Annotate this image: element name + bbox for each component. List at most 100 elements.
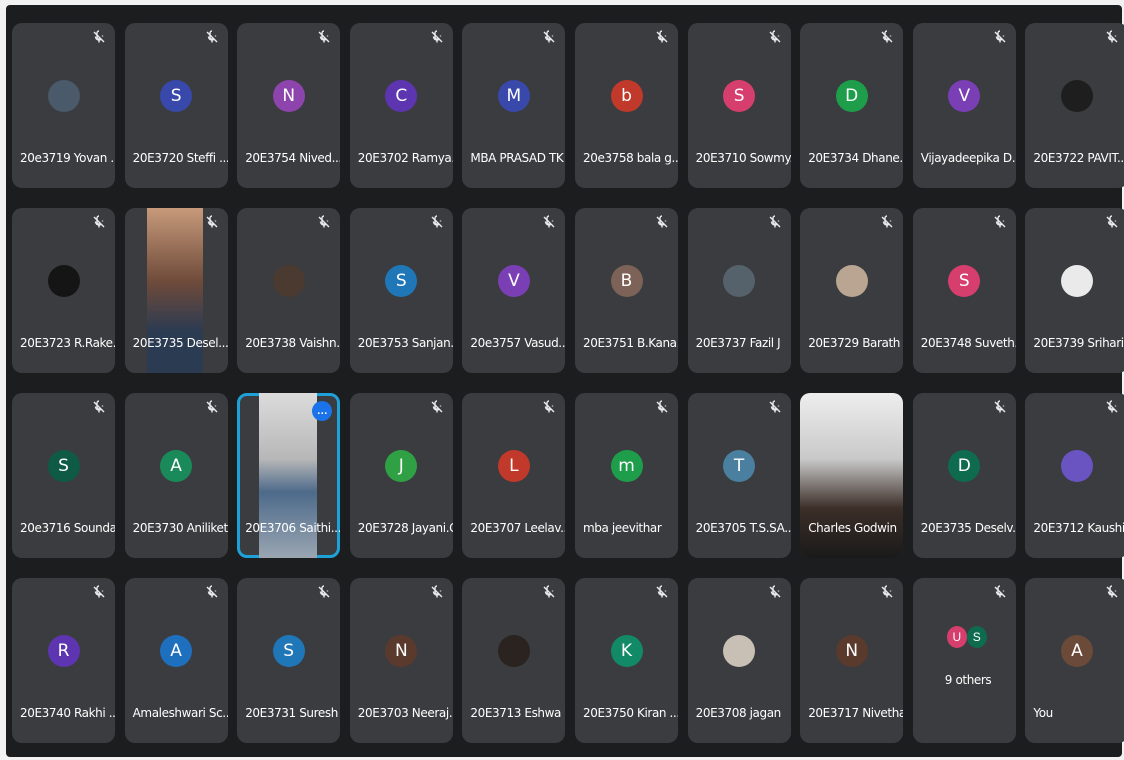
participant-tile[interactable]: b 20e3758 bala g... <box>575 23 678 188</box>
avatar-initial: A <box>1060 635 1093 667</box>
avatar-initial: V <box>497 265 530 297</box>
avatar-initial: V <box>948 80 981 112</box>
profile-photo <box>497 635 530 667</box>
participant-name: 20E3753 Sanjan... <box>357 336 453 350</box>
mic-off-icon <box>654 214 670 230</box>
participant-tile[interactable]: S 20e3716 Sounda... <box>12 393 115 558</box>
avatar-initial: D <box>835 80 868 112</box>
participant-name: 20E3751 B.Kana... <box>583 336 678 350</box>
avatar-initial: b <box>610 80 643 112</box>
participant-tile[interactable]: S 20E3720 Steffi ... <box>124 23 228 188</box>
participant-tile[interactable]: R 20E3740 Rakhi ... <box>12 578 115 743</box>
participant-tile[interactable]: N 20E3754 Nived... <box>237 23 341 188</box>
avatar-initial: m <box>610 450 643 482</box>
participant-tile[interactable]: m mba jeevithar <box>575 393 678 558</box>
participant-name: MBA PRASAD TK <box>470 151 564 165</box>
mic-off-icon <box>654 584 670 600</box>
mic-off-icon <box>316 214 332 230</box>
participant-tile[interactable]: S 20E3753 Sanjan... <box>349 208 453 373</box>
participant-tile[interactable]: D 20E3735 Deselv... <box>912 393 1016 558</box>
participant-name: 20E3710 Sowmy... <box>695 151 791 165</box>
participant-tile[interactable]: 20E3739 Srihari <box>1025 208 1124 373</box>
participant-tile[interactable]: N 20E3717 Nivetha <box>800 578 904 743</box>
participant-tile[interactable]: S 20E3710 Sowmy... <box>687 23 791 188</box>
participant-name: 20E3754 Nived... <box>245 151 341 165</box>
participant-name: 20e3757 Vasud... <box>470 336 566 350</box>
participant-name: You <box>1033 706 1053 720</box>
more-options-button[interactable]: … <box>312 401 333 421</box>
avatar-initial: J <box>385 450 418 482</box>
participant-tile[interactable]: 20E3735 Desel... <box>124 208 228 373</box>
mic-off-icon <box>541 399 557 415</box>
mic-off-icon <box>879 584 895 600</box>
participant-tile[interactable]: A You <box>1025 578 1124 743</box>
participant-name: 20E3739 Srihari <box>1033 336 1124 350</box>
mic-off-icon <box>767 399 783 415</box>
participant-tile[interactable]: 20E3712 Kaushik <box>1025 393 1124 558</box>
participant-name: 20E3707 Leelav... <box>470 521 566 535</box>
participant-tile[interactable]: 20E3737 Fazil J <box>687 208 791 373</box>
participant-name: 20e3758 bala g... <box>583 151 678 165</box>
participant-tile[interactable]: K 20E3750 Kiran ... <box>575 578 678 743</box>
mic-off-icon <box>204 584 220 600</box>
mic-off-icon <box>541 29 557 45</box>
participant-tile[interactable]: B 20E3751 B.Kana... <box>575 208 678 373</box>
participant-name: 20E3735 Desel... <box>132 336 228 350</box>
mic-off-icon <box>541 214 557 230</box>
participant-tile[interactable]: L 20E3707 Leelav... <box>462 393 566 558</box>
mic-off-icon <box>91 399 107 415</box>
mic-off-icon <box>1104 584 1120 600</box>
participant-tile[interactable]: US 9 others <box>912 578 1016 743</box>
mic-off-icon <box>429 584 445 600</box>
participant-name: 20E3722 PAVIT... <box>1033 151 1124 165</box>
avatar-initial <box>1060 80 1093 112</box>
mic-off-icon <box>91 584 107 600</box>
mic-off-icon <box>204 214 220 230</box>
participant-tile[interactable]: V 20e3757 Vasud... <box>462 208 566 373</box>
participant-tile[interactable]: 20E3708 jagan <box>687 578 791 743</box>
participant-name: 20E3706 Saithi... <box>245 521 341 535</box>
participant-tile[interactable]: Charles Godwin <box>800 393 904 558</box>
participant-tile[interactable]: 20e3719 Yovan ... <box>12 23 115 188</box>
participant-tile[interactable]: M MBA PRASAD TK <box>462 23 566 188</box>
participant-tile[interactable]: 20E3713 Eshwa ... <box>462 578 566 743</box>
avatar-initial: N <box>835 635 868 667</box>
participant-tile[interactable]: A 20E3730 Aniliket <box>124 393 228 558</box>
mic-off-icon <box>767 214 783 230</box>
avatar-initial: S <box>47 450 80 482</box>
avatar-initial: L <box>497 450 530 482</box>
avatar-initial: A <box>160 635 193 667</box>
avatar-initial: D <box>948 450 981 482</box>
mic-off-icon <box>91 214 107 230</box>
participant-tile[interactable]: 20E3729 Barath <box>800 208 904 373</box>
participant-tile[interactable]: … 20E3706 Saithi... <box>237 393 341 558</box>
mic-off-icon <box>654 399 670 415</box>
mic-off-icon <box>204 29 220 45</box>
participant-name: 20E3712 Kaushik <box>1033 521 1124 535</box>
participant-tile[interactable]: 20E3723 R.Rake... <box>12 208 115 373</box>
mic-off-icon <box>767 584 783 600</box>
participant-tile[interactable]: 20E3738 Vaishn... <box>237 208 341 373</box>
participant-tile[interactable]: J 20E3728 Jayani.G <box>349 393 453 558</box>
participant-tile[interactable]: S 20E3731 Suresh ... <box>237 578 341 743</box>
mic-off-icon <box>91 29 107 45</box>
mic-off-icon <box>541 584 557 600</box>
participant-tile[interactable]: V Vijayadeepika D... <box>912 23 1016 188</box>
participant-tile[interactable]: C 20E3702 Ramya... <box>349 23 453 188</box>
participant-name: 20E3748 Suveth... <box>920 336 1016 350</box>
others-avatar: U <box>946 626 967 648</box>
participant-tile[interactable]: S 20E3748 Suveth... <box>912 208 1016 373</box>
participant-tile[interactable]: A Amaleshwari Sc... <box>124 578 228 743</box>
mic-off-icon <box>1104 29 1120 45</box>
participant-tile[interactable]: D 20E3734 Dhane... <box>800 23 904 188</box>
participant-tile[interactable]: 20E3722 PAVIT... <box>1025 23 1124 188</box>
mic-off-icon <box>879 29 895 45</box>
profile-photo <box>835 265 868 297</box>
participant-tile[interactable]: N 20E3703 Neeraj... <box>349 578 453 743</box>
avatar-initial: S <box>948 265 981 297</box>
profile-photo <box>47 265 80 297</box>
participant-name: 20E3713 Eshwa ... <box>470 706 566 720</box>
avatar-initial: S <box>723 80 756 112</box>
mic-off-icon <box>879 214 895 230</box>
participant-tile[interactable]: T 20E3705 T.S.SA... <box>687 393 791 558</box>
